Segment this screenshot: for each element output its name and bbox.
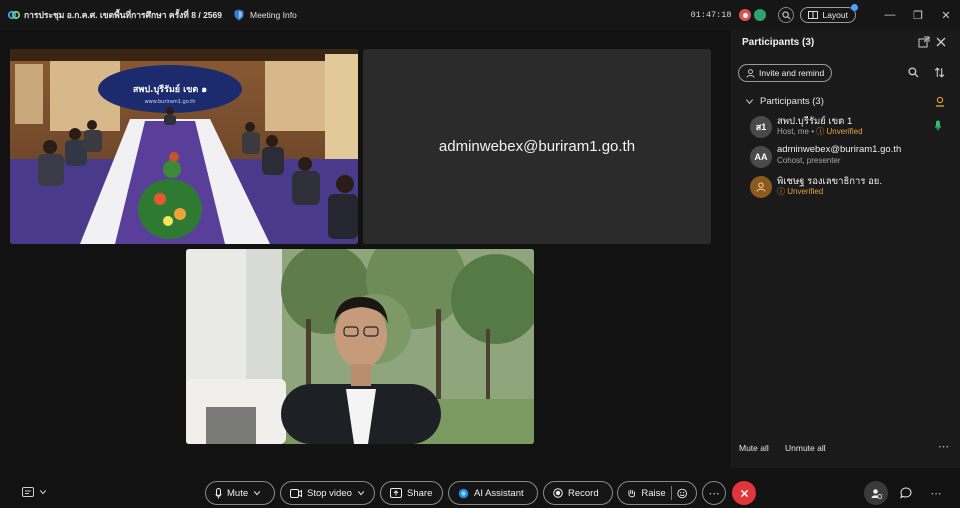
- record-label: Record: [568, 487, 599, 499]
- mute-all-button[interactable]: Mute all: [739, 443, 769, 453]
- participant-name: adminwebex@buriram1.go.th: [777, 144, 902, 155]
- layout-label: Layout: [822, 10, 848, 20]
- record-icon: [553, 488, 563, 498]
- participant-row[interactable]: AA adminwebex@buriram1.go.th Cohost, pre…: [750, 144, 950, 170]
- chevron-down-icon: [745, 99, 754, 105]
- reactions-icon[interactable]: [677, 488, 687, 499]
- chevron-down-icon: [253, 491, 261, 496]
- participant-role-line: Host, me • ⓘ Unverified: [777, 127, 863, 136]
- unmute-all-button[interactable]: Unmute all: [785, 443, 826, 453]
- layout-badge: [851, 4, 858, 11]
- secure-indicator-icon: [754, 9, 767, 21]
- participants-section-header[interactable]: Participants (3): [745, 96, 824, 107]
- meeting-toolbar: Mute Stop video Share AI Assistant Recor…: [0, 476, 960, 508]
- search-icon[interactable]: [908, 67, 919, 78]
- room-banner-url: www.buriram1.go.th: [145, 99, 196, 105]
- minimize-icon[interactable]: —: [876, 0, 904, 30]
- meeting-info-link[interactable]: Meeting Info: [250, 10, 297, 20]
- leave-meeting-button[interactable]: [732, 481, 756, 505]
- divider: [670, 486, 672, 500]
- participant-status: Unverified: [787, 187, 824, 196]
- participant-role-line: ⓘ Unverified: [777, 186, 823, 197]
- person-add-icon: [746, 68, 755, 78]
- meeting-title: การประชุม อ.ก.ค.ศ. เขตพื้นที่การศึกษา คร…: [24, 10, 222, 20]
- video-tile-speaker[interactable]: [186, 249, 534, 444]
- section-label: Participants (3): [760, 96, 824, 107]
- participants-footer: Mute all Unmute all ⋯: [731, 440, 960, 457]
- chat-icon: [900, 487, 912, 499]
- close-panel-icon[interactable]: [935, 36, 947, 48]
- participants-panel: Participants (3) Invite and remind Parti…: [731, 30, 960, 468]
- pop-out-icon[interactable]: [918, 36, 930, 48]
- raise-hand-icon: [628, 489, 635, 497]
- participant-row[interactable]: ส1 สพป.บุรีรัมย์ เขต 1 Host, me • ⓘ Unve…: [750, 114, 950, 140]
- chat-button[interactable]: [894, 481, 918, 505]
- mute-button[interactable]: Mute: [205, 481, 275, 505]
- host-role-icon: [936, 96, 944, 107]
- share-button[interactable]: Share: [380, 481, 443, 505]
- participants-toggle-button[interactable]: [864, 481, 888, 505]
- participant-role: Cohost, presenter: [777, 156, 841, 165]
- webex-logo-icon: [8, 10, 20, 20]
- video-camera-icon: [290, 488, 302, 498]
- more-options-icon[interactable]: ⋯: [702, 481, 726, 505]
- participant-status: Unverified: [826, 127, 863, 136]
- stop-video-button[interactable]: Stop video: [280, 481, 375, 505]
- participant-name-label: adminwebex@buriram1.go.th: [438, 138, 636, 155]
- chevron-down-icon: [357, 491, 365, 496]
- zoom-icon[interactable]: [778, 7, 795, 23]
- avatar: ส1: [750, 116, 772, 138]
- record-button[interactable]: Record: [543, 481, 613, 505]
- microphone-active-icon[interactable]: [935, 120, 941, 131]
- participants-header: Participants (3): [731, 30, 960, 54]
- layout-icon: [808, 11, 819, 19]
- captions-icon: [22, 487, 34, 497]
- more-options-icon[interactable]: ⋯: [924, 481, 948, 505]
- video-tile-adminwebex[interactable]: adminwebex@buriram1.go.th: [363, 49, 711, 244]
- invite-label: Invite and remind: [759, 68, 825, 78]
- close-window-icon[interactable]: ✕: [932, 0, 960, 30]
- meeting-timer: 01:47:18: [690, 10, 732, 20]
- more-options-icon[interactable]: ⋯: [938, 440, 949, 453]
- participant-role: Host, me: [777, 127, 810, 136]
- speaker-video: [186, 249, 534, 444]
- stop-video-label: Stop video: [307, 487, 352, 499]
- captions-button[interactable]: [22, 487, 47, 497]
- unverified-icon: ⓘ: [777, 187, 785, 196]
- sort-icon[interactable]: [934, 67, 945, 78]
- shield-icon[interactable]: [234, 9, 244, 21]
- participants-icon: [871, 488, 882, 499]
- microphone-icon: [215, 487, 222, 498]
- ai-assistant-label: AI Assistant: [474, 487, 524, 499]
- ai-assistant-icon: [458, 488, 469, 498]
- share-screen-icon: [390, 488, 402, 498]
- mute-label: Mute: [227, 487, 249, 499]
- restore-icon[interactable]: ❐: [904, 0, 932, 30]
- layout-button[interactable]: Layout: [800, 4, 858, 23]
- avatar-person-icon: [750, 176, 772, 198]
- chevron-down-icon: [39, 490, 47, 495]
- close-icon: [740, 489, 748, 497]
- raise-hand-button[interactable]: Raise: [617, 481, 697, 505]
- avatar: AA: [750, 146, 772, 168]
- video-tile-conference-room[interactable]: สพป.บุรีรัมย์ เขต ๑ www.buriram1.go.th: [10, 49, 358, 244]
- conference-room-video: สพป.บุรีรัมย์ เขต ๑ www.buriram1.go.th: [10, 49, 358, 244]
- room-banner-text: สพป.บุรีรัมย์ เขต ๑: [133, 83, 207, 95]
- raise-label: Raise: [641, 487, 666, 499]
- participant-row[interactable]: พิเชษฐ รองเลขาธิการ อย. ⓘ Unverified: [750, 174, 950, 200]
- participants-title: Participants (3): [742, 36, 815, 48]
- title-bar: การประชุม อ.ก.ค.ศ. เขตพื้นที่การศึกษา คร…: [0, 0, 960, 30]
- invite-and-remind-button[interactable]: Invite and remind: [738, 64, 833, 82]
- unverified-icon: ⓘ: [816, 127, 825, 136]
- recording-indicator-icon: [739, 9, 752, 21]
- ai-assistant-button[interactable]: AI Assistant: [448, 481, 538, 505]
- share-label: Share: [407, 487, 433, 499]
